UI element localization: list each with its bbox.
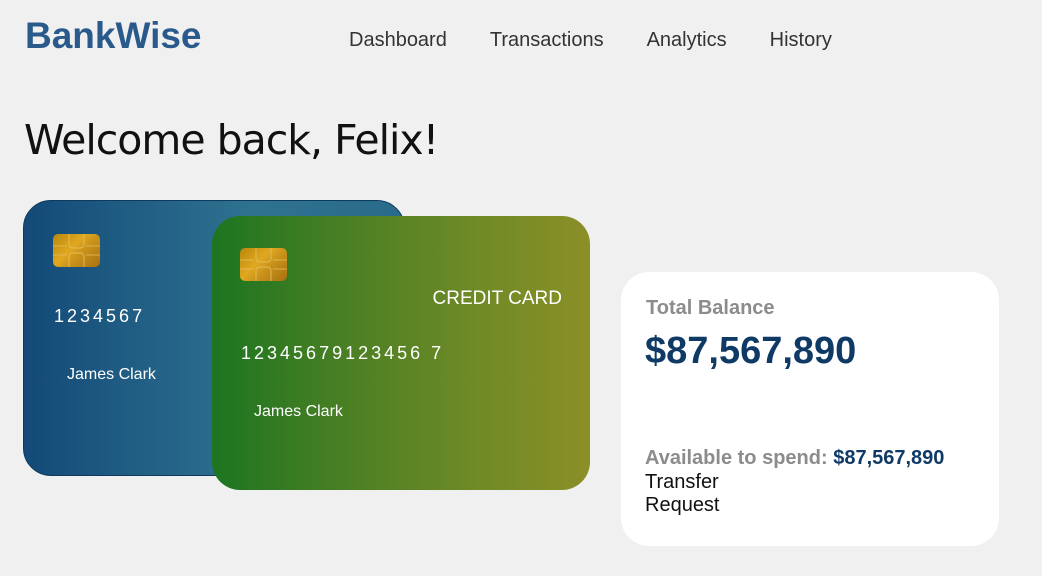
- nav-item-history[interactable]: History: [770, 29, 832, 52]
- transfer-link[interactable]: Transfer: [645, 471, 719, 494]
- nav-item-dashboard[interactable]: Dashboard: [349, 29, 447, 52]
- card-number: 1234567: [54, 306, 146, 326]
- available-label: Available to spend:: [645, 447, 828, 469]
- welcome-heading: Welcome back, Felix!: [24, 116, 439, 164]
- card-number: 12345679123456 7: [241, 343, 445, 363]
- request-link[interactable]: Request: [645, 494, 720, 517]
- card-type-label: CREDIT CARD: [432, 288, 563, 309]
- nav-item-transactions[interactable]: Transactions: [490, 29, 604, 52]
- available-amount: $87,567,890: [833, 447, 945, 469]
- main-nav: Dashboard Transactions Analytics History: [349, 29, 875, 52]
- card-chip-icon: [53, 234, 100, 267]
- card-holder-name: James Clark: [254, 403, 343, 420]
- card-chip-icon: [240, 248, 287, 281]
- total-balance-label: Total Balance: [646, 297, 775, 319]
- nav-item-analytics[interactable]: Analytics: [647, 29, 727, 52]
- card-holder-name: James Clark: [67, 366, 156, 383]
- credit-card[interactable]: CREDIT CARD 12345679123456 7 James Clark: [212, 216, 590, 490]
- available-to-spend: Available to spend: $87,567,890: [645, 447, 944, 470]
- logo[interactable]: BankWise: [25, 15, 202, 57]
- balance-panel: Total Balance $87,567,890 Available to s…: [621, 272, 999, 546]
- total-balance-value: $87,567,890: [645, 330, 857, 372]
- header: BankWise Dashboard Transactions Analytic…: [0, 0, 1042, 80]
